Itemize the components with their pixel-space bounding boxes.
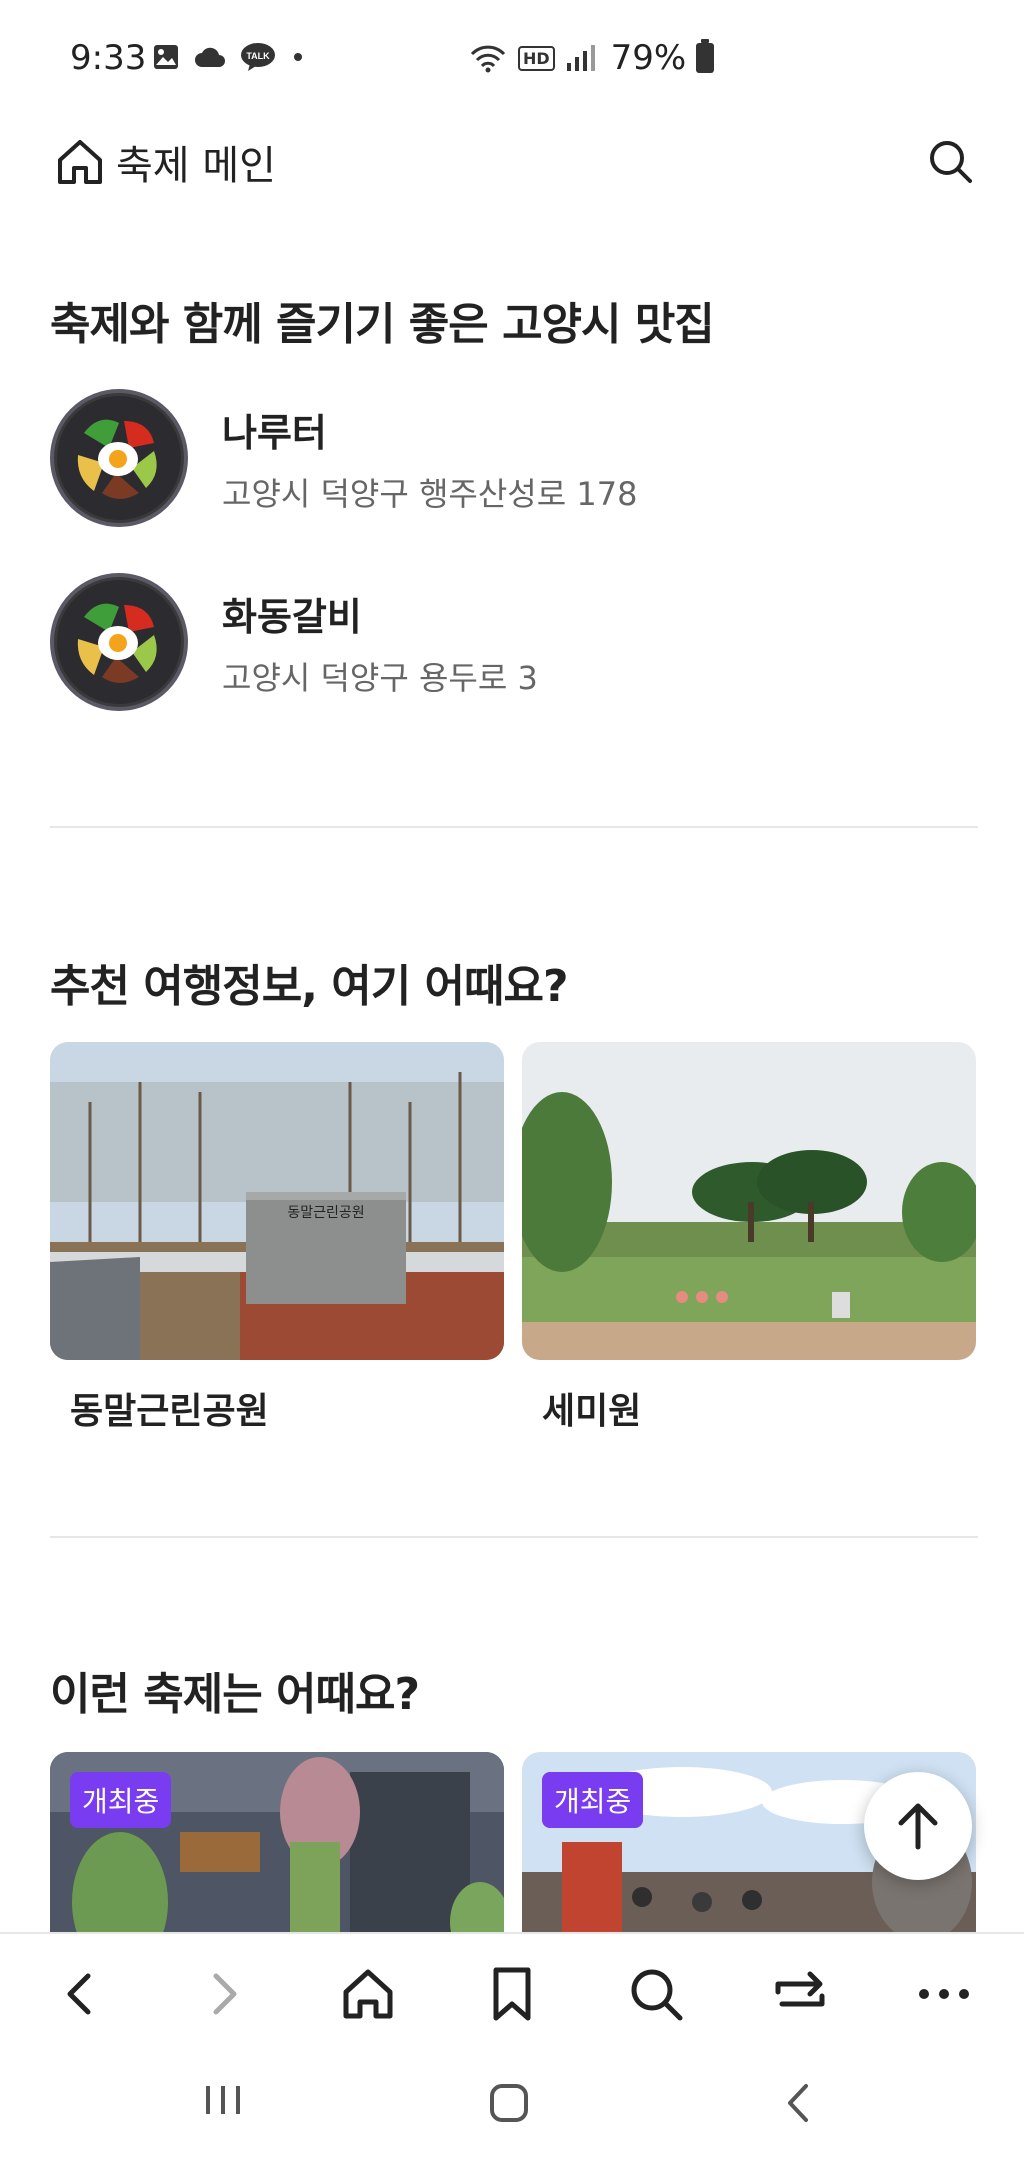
- wifi-icon: [470, 45, 506, 73]
- signal-icon: [566, 45, 595, 71]
- gallery-icon: [154, 45, 178, 69]
- bibimbap-icon: [57, 396, 181, 520]
- recent-apps-button[interactable]: [202, 2082, 244, 2122]
- forward-button[interactable]: [194, 1964, 254, 2024]
- travel-card-image: 동말근린공원: [50, 1042, 504, 1360]
- festival-card[interactable]: 개최중: [50, 1752, 504, 1952]
- restaurants-title: 축제와 함께 즐기기 좋은 고양시 맛집: [50, 299, 715, 350]
- home-square-icon: [490, 2084, 528, 2122]
- chevron-left-icon: [67, 1973, 91, 2015]
- switch-tabs-icon: [775, 1971, 825, 2007]
- garden-photo: [522, 1042, 976, 1360]
- status-bar: 9:33 TALK HD 79%: [0, 0, 1024, 120]
- travel-title: 추천 여행정보, 여기 어때요?: [50, 961, 568, 1012]
- travel-card[interactable]: 세미원: [522, 1042, 976, 1434]
- restaurant-text: 화동갈비 고양시 덕양구 용두로 3: [222, 586, 538, 699]
- restaurant-thumbnail: [50, 573, 188, 711]
- back-arrow-icon: [788, 2084, 808, 2122]
- status-time: 9:33: [70, 38, 147, 78]
- system-home-button[interactable]: [488, 2082, 530, 2128]
- restaurant-name: 화동갈비: [222, 594, 362, 639]
- bookmark-icon: [493, 1967, 531, 2021]
- status-badge: 개최중: [70, 1772, 172, 1828]
- talk-icon: TALK: [241, 43, 275, 71]
- recent-apps-icon: [206, 2086, 240, 2114]
- home-link[interactable]: 축제 메인: [54, 133, 276, 191]
- restaurant-text: 나루터 고양시 덕양구 행주산성로 178: [222, 402, 637, 515]
- travel-card-label: 동말근린공원: [70, 1391, 269, 1432]
- restaurant-item[interactable]: 화동갈비 고양시 덕양구 용두로 3: [50, 572, 970, 712]
- home-icon: [343, 1969, 393, 2019]
- park-photo: 동말근린공원: [50, 1042, 504, 1360]
- travel-card-image: [522, 1042, 976, 1360]
- search-icon: [631, 1969, 683, 2021]
- hd-badge: HD: [518, 45, 555, 71]
- battery-icon: [696, 39, 715, 73]
- search-toolbar-button[interactable]: [626, 1964, 686, 2024]
- battery-percent: 79%: [610, 38, 687, 78]
- home-button[interactable]: [338, 1964, 398, 2024]
- top-nav: 축제 메인: [0, 125, 1024, 201]
- chevron-right-icon: [213, 1973, 237, 2015]
- restaurant-thumbnail: [50, 389, 188, 527]
- section-divider: [50, 1536, 978, 1538]
- svg-text:TALK: TALK: [246, 51, 270, 61]
- status-badge: 개최중: [542, 1772, 644, 1828]
- home-icon: [58, 140, 102, 184]
- tabs-button[interactable]: [770, 1964, 830, 2024]
- page-title: 축제 메인: [116, 143, 276, 189]
- restaurant-name: 나루터: [222, 410, 327, 455]
- scroll-top-button[interactable]: [864, 1772, 972, 1880]
- restaurant-item[interactable]: 나루터 고양시 덕양구 행주산성로 178: [50, 388, 970, 528]
- travel-card[interactable]: 동말근린공원 동말근린공원: [50, 1042, 504, 1434]
- festivals-title: 이런 축제는 어때요?: [50, 1669, 420, 1720]
- browser-toolbar: [0, 1932, 1024, 2042]
- system-nav-bar: [0, 2042, 1024, 2162]
- travel-card-label: 세미원: [542, 1391, 642, 1432]
- dot-icon: [294, 53, 302, 61]
- bibimbap-icon: [57, 580, 181, 704]
- restaurant-address: 고양시 덕양구 행주산성로 178: [222, 474, 638, 513]
- restaurant-address: 고양시 덕양구 용두로 3: [222, 658, 538, 697]
- more-button[interactable]: [914, 1964, 974, 2024]
- cloud-icon: [195, 47, 225, 67]
- svg-text:동말근린공원: 동말근린공원: [287, 1205, 364, 1221]
- back-button[interactable]: [50, 1964, 110, 2024]
- arrow-up-icon: [898, 1803, 938, 1850]
- notification-icons: TALK: [152, 42, 306, 72]
- search-icon: [930, 141, 972, 183]
- system-icons: HD 79%: [468, 38, 715, 78]
- section-divider: [50, 826, 978, 828]
- system-back-button[interactable]: [780, 2082, 816, 2128]
- page: 9:33 TALK HD 79% 축제 메인 축제와 함께 즐기기 좋은 고양시…: [0, 0, 1024, 2162]
- search-button[interactable]: [926, 137, 974, 189]
- bookmark-button[interactable]: [482, 1964, 542, 2024]
- more-icon: [919, 1989, 969, 1999]
